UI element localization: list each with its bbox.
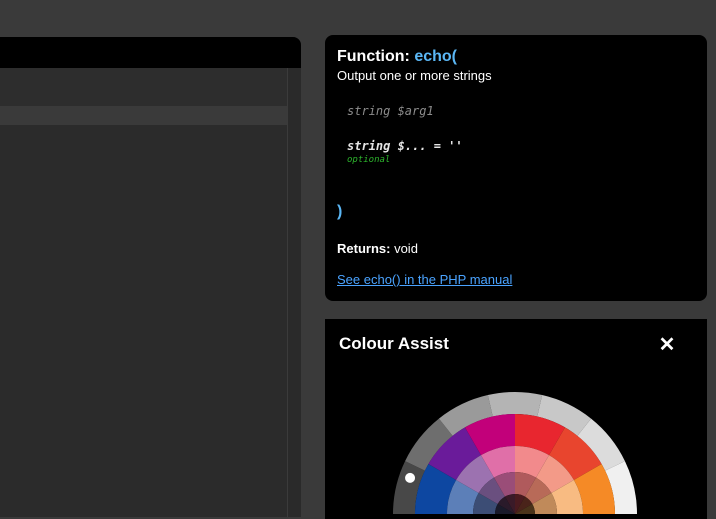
returns-label: Returns: bbox=[337, 241, 391, 256]
editor-scrollbar[interactable] bbox=[287, 68, 301, 517]
code-editor[interactable] bbox=[0, 37, 301, 517]
function-help-panel: Function: echo( Output one or more strin… bbox=[325, 35, 707, 301]
function-label: Function: bbox=[337, 48, 410, 65]
editor-line[interactable] bbox=[0, 68, 287, 106]
wheel-grey-segment[interactable] bbox=[487, 392, 543, 417]
param-optional-note: optional bbox=[347, 155, 391, 165]
function-description: Output one or more strings bbox=[337, 68, 492, 83]
colour-assist-panel: Colour Assist ✕ bbox=[325, 319, 707, 519]
function-title: Function: echo( bbox=[337, 48, 457, 66]
returns-value: void bbox=[394, 241, 418, 256]
function-name: echo( bbox=[414, 48, 457, 65]
wheel-selector-handle[interactable] bbox=[405, 472, 416, 483]
close-button[interactable]: ✕ bbox=[655, 334, 679, 356]
returns-line: Returns: void bbox=[337, 241, 418, 256]
php-manual-link[interactable]: See echo() in the PHP manual bbox=[337, 272, 512, 287]
param-arg1: string $arg1 bbox=[347, 104, 434, 118]
editor-titlebar bbox=[0, 37, 301, 68]
param-variadic: string $... = '' bbox=[347, 139, 463, 153]
function-closing-paren: ) bbox=[337, 203, 343, 220]
editor-current-line[interactable] bbox=[0, 106, 287, 125]
colour-assist-title: Colour Assist bbox=[339, 334, 449, 353]
